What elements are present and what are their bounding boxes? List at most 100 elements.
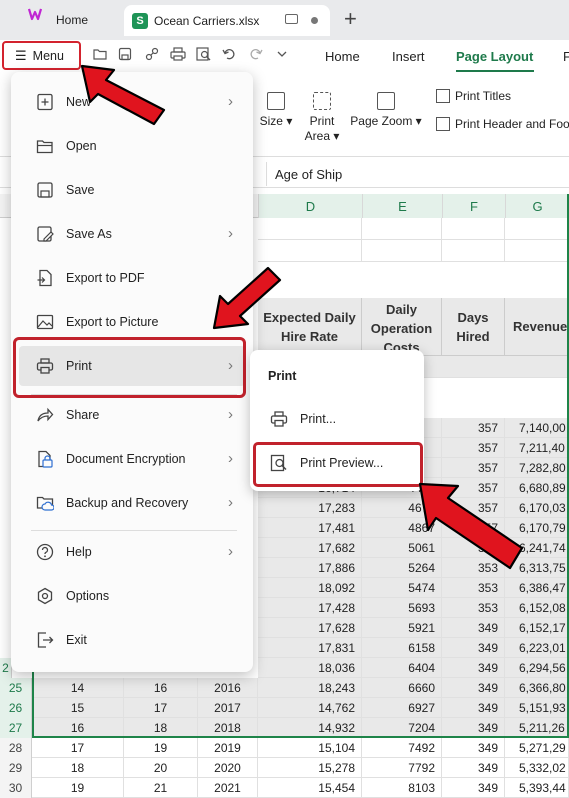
- cell-d[interactable]: 14,762: [258, 698, 362, 718]
- cell-d[interactable]: 18,243: [258, 678, 362, 698]
- cell-empty[interactable]: [442, 240, 505, 262]
- cell-b[interactable]: 20: [124, 758, 198, 778]
- cell-g[interactable]: 5,211,26: [505, 718, 569, 738]
- menu-item-save[interactable]: Save: [19, 170, 245, 210]
- column-header-d[interactable]: D: [258, 194, 362, 218]
- cell-d[interactable]: 17,283: [258, 498, 362, 518]
- formula-input[interactable]: Age of Ship: [266, 162, 569, 186]
- row-number[interactable]: 25: [0, 678, 32, 698]
- cell-empty[interactable]: [258, 240, 362, 262]
- row-number[interactable]: 27: [0, 718, 32, 738]
- cell-c[interactable]: 2018: [198, 718, 258, 738]
- cell-e[interactable]: 7792: [362, 758, 442, 778]
- print-preview-icon[interactable]: [196, 47, 212, 61]
- header-expected-daily-hire-rate[interactable]: Expected Daily Hire Rate: [258, 298, 362, 356]
- cell-f[interactable]: 357: [442, 438, 505, 458]
- row-number[interactable]: 26: [0, 698, 32, 718]
- cell-d[interactable]: 17,886: [258, 558, 362, 578]
- page-zoom-tool[interactable]: Page Zoom ▾: [348, 92, 424, 129]
- cell-e[interactable]: 4679: [362, 498, 442, 518]
- menu-item-export-pdf[interactable]: Export to PDF: [19, 258, 245, 298]
- cell-f[interactable]: 349: [442, 718, 505, 738]
- cell-g[interactable]: 7,282,80: [505, 458, 569, 478]
- cell-e[interactable]: 7204: [362, 718, 442, 738]
- cell-a[interactable]: 15: [32, 698, 124, 718]
- cell-g[interactable]: 5,332,02: [505, 758, 569, 778]
- cell-e[interactable]: 7492: [362, 738, 442, 758]
- print-header-footer-tool[interactable]: Print Header and Foot: [436, 117, 569, 131]
- cell-empty[interactable]: [362, 240, 442, 262]
- row-number[interactable]: 28: [0, 738, 32, 758]
- cell-f[interactable]: 357: [442, 518, 505, 538]
- menu-item-export-picture[interactable]: Export to Picture: [19, 302, 245, 342]
- cell-d[interactable]: 17,831: [258, 638, 362, 658]
- cell-d[interactable]: 14,932: [258, 718, 362, 738]
- cell-g[interactable]: 7,211,40: [505, 438, 569, 458]
- cell-d[interactable]: 15,104: [258, 738, 362, 758]
- cell-d[interactable]: 15,454: [258, 778, 362, 798]
- cell-g[interactable]: 6,294,56: [505, 658, 569, 678]
- unsaved-dot-icon[interactable]: [311, 17, 318, 24]
- cell-f[interactable]: 349: [442, 778, 505, 798]
- cell-c[interactable]: 2020: [198, 758, 258, 778]
- redo-icon[interactable]: [249, 47, 263, 61]
- menu-item-exit[interactable]: Exit: [19, 620, 245, 660]
- menu-item-save-as[interactable]: Save As ›: [19, 214, 245, 254]
- cell-g[interactable]: 6,680,89: [505, 478, 569, 498]
- cell-empty[interactable]: [258, 218, 362, 240]
- cell-f[interactable]: 357: [442, 458, 505, 478]
- menu-item-new[interactable]: New ›: [19, 82, 245, 122]
- cell-c[interactable]: 2019: [198, 738, 258, 758]
- menu-item-open[interactable]: Open: [19, 126, 245, 166]
- print-area-tool[interactable]: Print Area ▾: [302, 92, 342, 144]
- cell-e[interactable]: 5693: [362, 598, 442, 618]
- menu-item-options[interactable]: Options: [19, 576, 245, 616]
- cell-g[interactable]: 7,140,00: [505, 418, 569, 438]
- menu-item-share[interactable]: Share ›: [19, 395, 245, 435]
- cell-d[interactable]: 15,278: [258, 758, 362, 778]
- cell-f[interactable]: 349: [442, 618, 505, 638]
- monitor-icon[interactable]: [285, 14, 298, 24]
- cell-g[interactable]: 6,152,08: [505, 598, 569, 618]
- tab-home[interactable]: Home: [325, 49, 360, 64]
- home-tab[interactable]: Home: [8, 6, 118, 34]
- cell-c[interactable]: 2017: [198, 698, 258, 718]
- save-icon[interactable]: [118, 47, 132, 61]
- cell-a[interactable]: 16: [32, 718, 124, 738]
- cell-g[interactable]: 6,152,17: [505, 618, 569, 638]
- cell-d[interactable]: 17,628: [258, 618, 362, 638]
- chevron-down-icon[interactable]: [276, 47, 288, 61]
- cell-f[interactable]: 349: [442, 638, 505, 658]
- cell-g[interactable]: 6,170,79: [505, 518, 569, 538]
- cell-e[interactable]: 5264: [362, 558, 442, 578]
- cell-g[interactable]: 5,393,44: [505, 778, 569, 798]
- cell-g[interactable]: 6,223,01: [505, 638, 569, 658]
- size-tool[interactable]: Size ▾: [256, 92, 296, 129]
- column-header-e[interactable]: E: [362, 194, 442, 218]
- cell-empty[interactable]: [442, 218, 505, 240]
- cell-empty[interactable]: [505, 240, 569, 262]
- cell-c[interactable]: 2021: [198, 778, 258, 798]
- column-header-f[interactable]: F: [442, 194, 505, 218]
- cell-e[interactable]: 5474: [362, 578, 442, 598]
- cell-empty[interactable]: [505, 218, 569, 240]
- header-days-hired[interactable]: Days Hired: [442, 298, 505, 356]
- cell-e[interactable]: 5061: [362, 538, 442, 558]
- cell-g[interactable]: 6,366,80: [505, 678, 569, 698]
- cell-e[interactable]: 5921: [362, 618, 442, 638]
- cell-b[interactable]: 19: [124, 738, 198, 758]
- row-number[interactable]: 30: [0, 778, 32, 798]
- cell-b[interactable]: 18: [124, 718, 198, 738]
- cell-g[interactable]: 5,151,93: [505, 698, 569, 718]
- cell-a[interactable]: 17: [32, 738, 124, 758]
- cell-f[interactable]: 349: [442, 658, 505, 678]
- cell-g[interactable]: 5,271,29: [505, 738, 569, 758]
- cell-b[interactable]: 16: [124, 678, 198, 698]
- cell-f[interactable]: 357: [442, 498, 505, 518]
- document-tab[interactable]: S Ocean Carriers.xlsx: [124, 5, 330, 36]
- cell-f[interactable]: 357: [442, 418, 505, 438]
- cell-e[interactable]: 6158: [362, 638, 442, 658]
- cell-g[interactable]: 6,386,47: [505, 578, 569, 598]
- menu-item-help[interactable]: Help ›: [19, 532, 245, 572]
- cell-e[interactable]: 6660: [362, 678, 442, 698]
